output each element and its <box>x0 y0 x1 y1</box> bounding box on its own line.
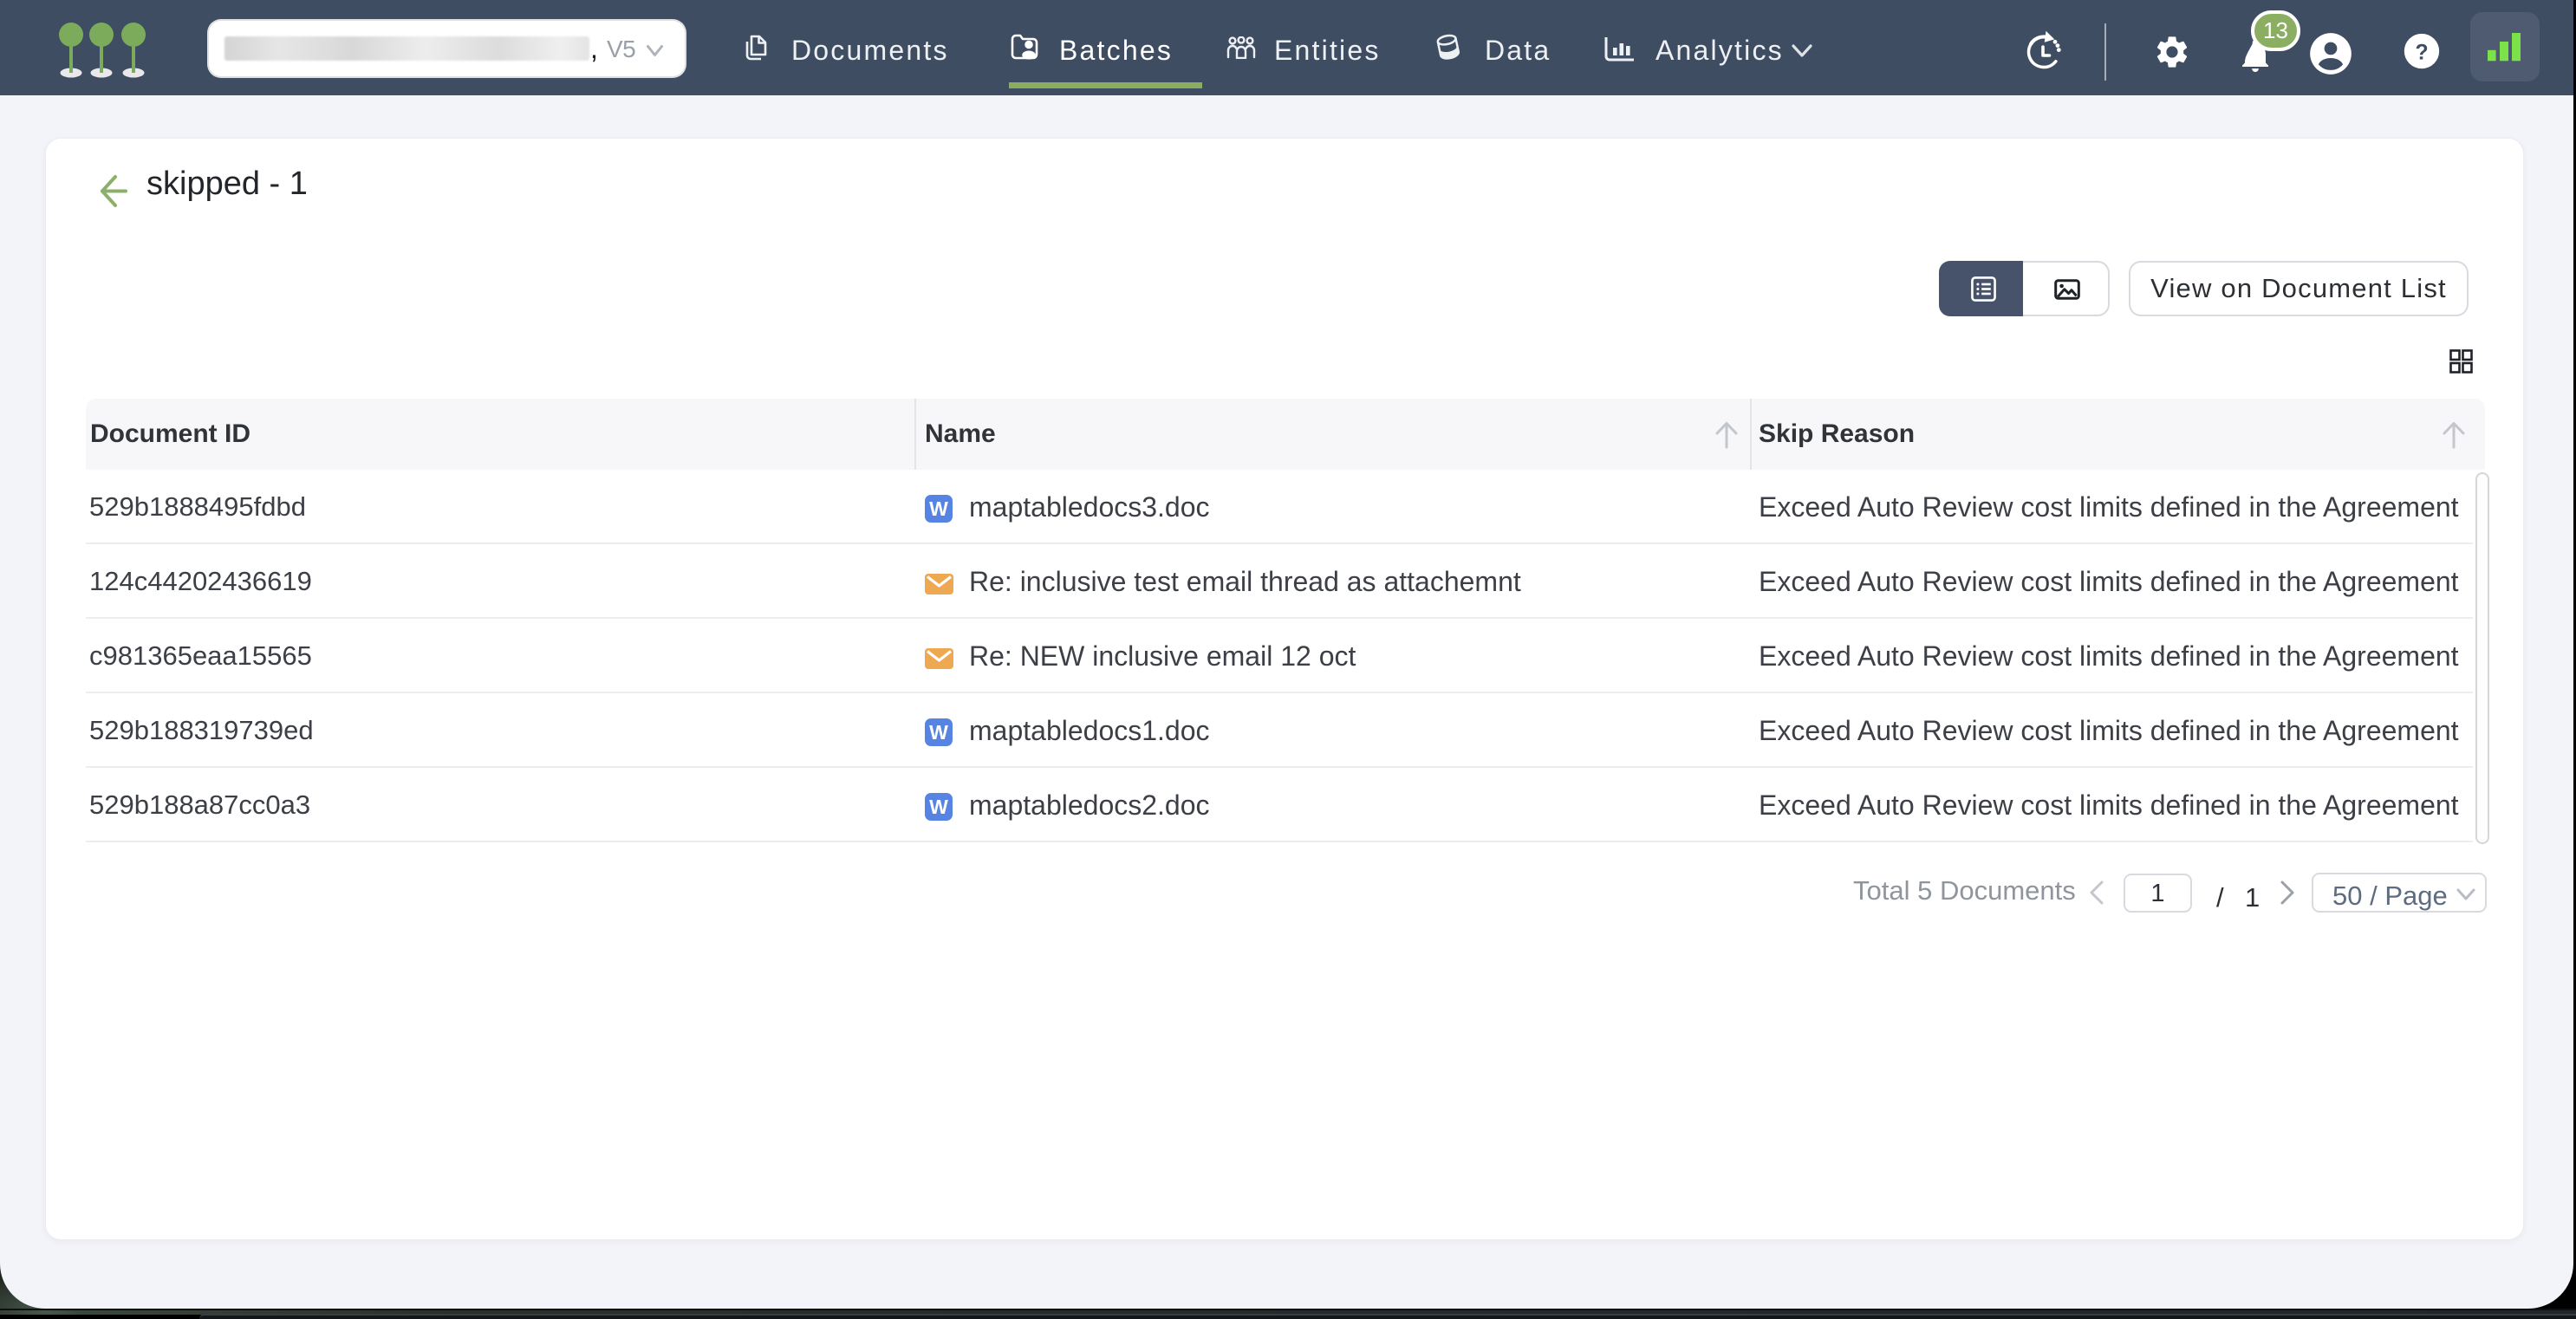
svg-text:?: ? <box>2415 42 2428 65</box>
